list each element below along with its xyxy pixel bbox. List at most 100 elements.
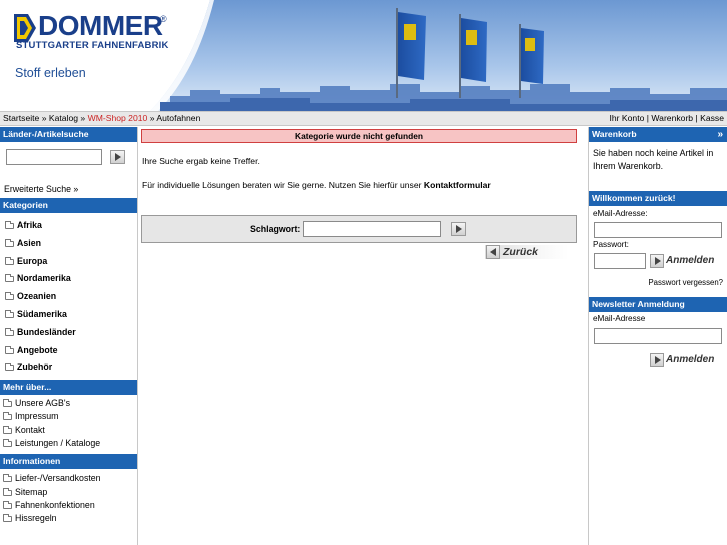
breadcrumb-home[interactable]: Startseite bbox=[3, 113, 39, 123]
folder-icon bbox=[5, 221, 14, 229]
information-list: Liefer-/Versandkosten Sitemap Fahnenkonf… bbox=[0, 469, 137, 525]
newsletter-box-title: Newsletter Anmeldung bbox=[589, 297, 727, 312]
contact-link[interactable]: Kontakt bbox=[0, 424, 137, 437]
hoisting-rules-link[interactable]: Hissregeln bbox=[0, 512, 137, 525]
category-item-zubehoer[interactable]: Zubehör bbox=[0, 359, 137, 377]
arrow-left-icon bbox=[486, 245, 500, 259]
folder-icon bbox=[3, 439, 12, 448]
agb-link[interactable]: Unsere AGB's bbox=[0, 397, 137, 410]
folder-icon bbox=[5, 256, 14, 265]
login-password-input[interactable] bbox=[594, 253, 646, 269]
logo-subtitle: STUTTGARTER FAHNENFABRIK bbox=[16, 40, 169, 51]
folder-icon bbox=[3, 474, 12, 483]
logo-flag-icon bbox=[14, 14, 36, 42]
category-item-europa[interactable]: Europa bbox=[0, 253, 137, 271]
keyword-label: Schlagwort: bbox=[250, 224, 301, 234]
welcome-box-title: Willkommen zurück! bbox=[589, 191, 727, 206]
more-about-list: Unsere AGB's Impressum Kontakt Leistunge… bbox=[0, 395, 137, 450]
category-label: Bundesländer bbox=[17, 326, 76, 337]
product-search bbox=[0, 142, 137, 182]
contact-hint-text: Für individuelle Lösungen beraten wir Si… bbox=[142, 180, 424, 190]
cart-link[interactable]: Warenkorb bbox=[651, 113, 693, 123]
breadcrumb-catalog[interactable]: Katalog bbox=[49, 113, 78, 123]
product-search-button[interactable] bbox=[110, 150, 125, 164]
arrow-right-icon bbox=[650, 353, 664, 367]
newsletter-email-input[interactable] bbox=[594, 328, 722, 344]
arrow-right-icon bbox=[115, 153, 121, 161]
category-item-nordamerika[interactable]: Nordamerika bbox=[0, 270, 137, 288]
sitemap-link[interactable]: Sitemap bbox=[0, 486, 137, 499]
header-banner-image bbox=[150, 0, 727, 111]
top-links: Ihr Konto | Warenkorb | Kasse bbox=[609, 112, 724, 125]
breadcrumb: Startseite » Katalog » WM-Shop 2010 » Au… bbox=[3, 112, 200, 125]
cart-arrow-icon[interactable]: » bbox=[717, 127, 723, 142]
breadcrumb-current[interactable]: Autofahnen bbox=[156, 113, 200, 123]
logo-text: DOMMER bbox=[38, 10, 163, 41]
breadcrumb-separator: » bbox=[78, 113, 88, 123]
login-form: eMail-Adresse: Passwort: Anmelden Passwo… bbox=[589, 206, 727, 297]
checkout-link[interactable]: Kasse bbox=[700, 113, 724, 123]
login-button[interactable]: Anmelden bbox=[650, 254, 720, 268]
contact-form-link[interactable]: Kontaktformular bbox=[424, 180, 491, 190]
folder-icon bbox=[5, 292, 14, 301]
category-item-afrika[interactable]: Afrika bbox=[0, 217, 137, 235]
link-label: Impressum bbox=[15, 411, 59, 422]
folder-icon bbox=[5, 327, 14, 336]
breadcrumb-bar: Startseite » Katalog » WM-Shop 2010 » Au… bbox=[0, 111, 727, 126]
category-item-angebote[interactable]: Angebote bbox=[0, 342, 137, 360]
forgot-password-link[interactable]: Passwort vergessen? bbox=[648, 278, 723, 287]
impressum-link[interactable]: Impressum bbox=[0, 410, 137, 423]
login-button-label: Anmelden bbox=[666, 255, 715, 266]
back-button[interactable]: Zurück bbox=[485, 245, 569, 259]
folder-icon bbox=[5, 274, 14, 283]
categories-title: Kategorien bbox=[0, 198, 137, 213]
information-title: Informationen bbox=[0, 454, 137, 470]
folder-icon bbox=[3, 514, 12, 523]
newsletter-subscribe-button[interactable]: Anmelden bbox=[650, 353, 720, 367]
services-catalogs-link[interactable]: Leistungen / Kataloge bbox=[0, 437, 137, 450]
more-about-title: Mehr über... bbox=[0, 380, 137, 396]
account-link[interactable]: Ihr Konto bbox=[609, 113, 644, 123]
newsletter-email-label: eMail-Adresse bbox=[593, 314, 646, 323]
category-label: Ozeanien bbox=[17, 291, 57, 302]
advanced-search-link[interactable]: Erweiterte Suche » bbox=[0, 182, 137, 196]
folder-icon bbox=[3, 500, 12, 509]
cart-box-title[interactable]: Warenkorb » bbox=[589, 127, 727, 142]
breadcrumb-separator: » bbox=[39, 113, 49, 123]
search-box-title: Länder-/Artikelsuche bbox=[0, 127, 137, 142]
header: DOMMER ® STUTTGARTER FAHNENFABRIK Stoff … bbox=[0, 0, 727, 111]
flag-finishing-link[interactable]: Fahnenkonfektionen bbox=[0, 499, 137, 512]
folder-icon bbox=[3, 412, 12, 421]
folder-icon bbox=[5, 309, 14, 318]
newsletter-form: eMail-Adresse Anmelden bbox=[589, 312, 727, 372]
main-content: Kategorie wurde nicht gefunden Ihre Such… bbox=[139, 127, 588, 545]
category-label: Südamerika bbox=[17, 308, 67, 319]
shipping-costs-link[interactable]: Liefer-/Versandkosten bbox=[0, 472, 137, 485]
folder-icon bbox=[3, 399, 12, 408]
right-sidebar: Warenkorb » Sie haben noch keine Artikel … bbox=[588, 127, 727, 545]
link-label: Sitemap bbox=[15, 486, 48, 497]
category-item-bundeslaender[interactable]: Bundesländer bbox=[0, 324, 137, 342]
category-item-asien[interactable]: Asien bbox=[0, 235, 137, 253]
slogan: Stoff erleben bbox=[15, 66, 86, 80]
newsletter-button-label: Anmelden bbox=[666, 354, 715, 365]
email-label: eMail-Adresse: bbox=[593, 209, 648, 218]
cart-box-title-text: Warenkorb bbox=[592, 129, 637, 139]
keyword-search-button[interactable] bbox=[451, 222, 466, 236]
link-label: Liefer-/Versandkosten bbox=[15, 473, 101, 484]
folder-icon bbox=[5, 363, 14, 372]
product-search-input[interactable] bbox=[6, 149, 102, 165]
arrow-right-icon bbox=[456, 225, 462, 233]
category-label: Europa bbox=[17, 255, 48, 266]
category-item-suedamerika[interactable]: Südamerika bbox=[0, 306, 137, 324]
category-label: Nordamerika bbox=[17, 273, 71, 284]
folder-icon bbox=[5, 345, 14, 354]
left-sidebar: Länder-/Artikelsuche Erweiterte Suche » … bbox=[0, 127, 138, 545]
login-email-input[interactable] bbox=[594, 222, 722, 238]
link-label: Leistungen / Kataloge bbox=[15, 438, 101, 449]
keyword-input[interactable] bbox=[303, 221, 441, 237]
arrow-right-icon bbox=[650, 254, 664, 268]
category-item-ozeanien[interactable]: Ozeanien bbox=[0, 288, 137, 306]
cart-empty-text: Sie haben noch keine Artikel in Ihrem Wa… bbox=[593, 148, 714, 171]
breadcrumb-wm-shop[interactable]: WM-Shop 2010 bbox=[88, 113, 148, 123]
